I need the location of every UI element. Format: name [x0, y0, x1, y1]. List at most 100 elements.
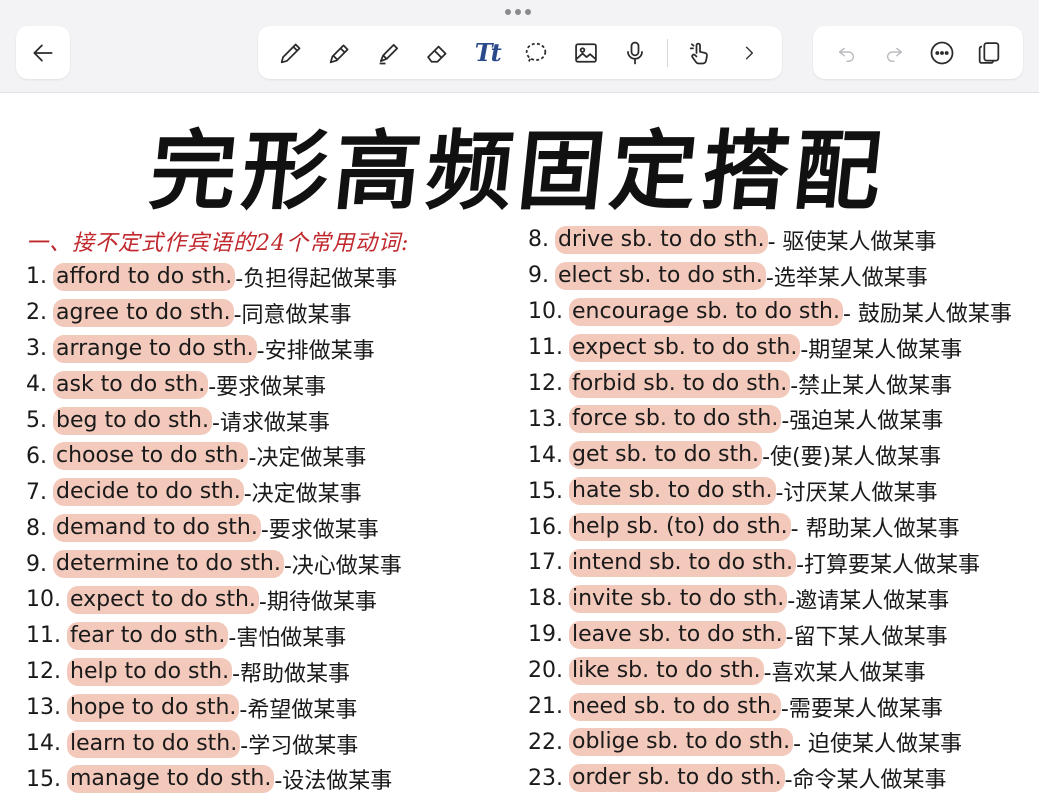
highlighted-phrase: demand to do sth. — [53, 514, 261, 543]
list-item: 12. help to do sth. -帮助做某事 — [26, 654, 402, 690]
meaning: -学习做某事 — [240, 733, 359, 759]
meaning: -使(要)某人做某事 — [762, 445, 942, 471]
lasso-icon — [526, 42, 547, 64]
highlighted-phrase: expect to do sth. — [67, 585, 259, 614]
eraser-tool-button[interactable] — [421, 36, 455, 70]
meaning: -选举某人做某事 — [765, 265, 928, 291]
document-actions — [813, 26, 1023, 79]
highlighted-phrase: elect sb. to do sth. — [555, 261, 766, 290]
microphone-icon — [626, 41, 643, 64]
window-grabber-icon[interactable] — [505, 9, 531, 15]
highlighted-phrase: need sb. to do sth. — [569, 692, 781, 721]
meaning: -喜欢某人做某事 — [763, 660, 926, 686]
highlighted-phrase: learn to do sth. — [67, 729, 241, 758]
image-icon — [574, 42, 597, 63]
list-item: 9. elect sb. to do sth. -选举某人做某事 — [528, 258, 1012, 294]
list-item: 23. order sb. to do sth. -命令某人做某事 — [528, 760, 1012, 796]
highlighted-phrase: help to do sth. — [67, 657, 233, 686]
lasso-tool-button[interactable] — [519, 36, 553, 70]
meaning: -留下某人做某事 — [785, 624, 948, 650]
undo-button[interactable] — [830, 36, 864, 70]
drawing-tools: Tt — [258, 26, 782, 79]
meaning: - 迫使某人做某事 — [793, 732, 963, 758]
text-tool-button[interactable]: Tt — [470, 36, 504, 70]
chevron-right-icon — [746, 46, 754, 59]
redo-button[interactable] — [877, 36, 911, 70]
list-item: 13. hope to do sth. -希望做某事 — [26, 690, 402, 726]
list-item: 7. decide to do sth. -决定做某事 — [26, 474, 402, 510]
note-page[interactable]: 完形高频固定搭配 一、接不定式作宾语的24个常用动词: 1. afford to … — [0, 93, 1039, 794]
meaning: -期望某人做某事 — [800, 337, 963, 363]
list-item: 8. drive sb. to do sth. - 驱使某人做某事 — [528, 222, 1012, 258]
text-tool-icon: Tt — [474, 38, 502, 67]
section-heading: 一、接不定式作宾语的24个常用动词: — [26, 231, 410, 256]
microphone-button[interactable] — [618, 36, 652, 70]
meaning: -打算要某人做某事 — [796, 552, 981, 578]
meaning: - 帮助某人做某事 — [790, 517, 960, 543]
highlighted-phrase: beg to do sth. — [53, 406, 212, 435]
list-item: 1. afford to do sth. -负担得起做某事 — [26, 259, 402, 295]
image-insert-button[interactable] — [569, 36, 603, 70]
highlighted-phrase: decide to do sth. — [53, 478, 244, 507]
meaning: -强迫某人做某事 — [781, 409, 944, 435]
pages-icon — [979, 41, 1000, 64]
left-column: 1. afford to do sth. -负担得起做某事 2. agree to d… — [26, 259, 402, 797]
more-options-button[interactable] — [925, 36, 959, 70]
top-toolbar: Tt — [0, 0, 1039, 93]
meaning: -禁止某人做某事 — [790, 373, 953, 399]
highlighted-phrase: leave sb. to do sth. — [569, 620, 786, 649]
highlighted-phrase: forbid sb. to do sth. — [569, 369, 791, 398]
list-item: 13. force sb. to do sth. -强迫某人做某事 — [528, 401, 1012, 437]
toolbar-separator — [666, 38, 668, 67]
list-item: 11. expect sb. to do sth. -期望某人做某事 — [528, 330, 1012, 366]
meaning: -邀请某人做某事 — [787, 588, 950, 614]
meaning: -命令某人做某事 — [784, 768, 947, 794]
highlighted-phrase: invite sb. to do sth. — [569, 584, 788, 613]
highlighter-tool-button[interactable] — [372, 36, 406, 70]
pencil-icon — [280, 43, 300, 63]
list-item: 9. determine to do sth. -决心做某事 — [26, 546, 402, 582]
pen-icon — [329, 44, 349, 63]
meaning: - 鼓励某人做某事 — [842, 301, 1012, 327]
meaning: -希望做某事 — [239, 697, 358, 723]
undo-icon — [838, 47, 854, 62]
highlighted-phrase: expect sb. to do sth. — [569, 333, 801, 362]
more-tools-button[interactable] — [732, 36, 766, 70]
meaning: - 驱使某人做某事 — [767, 229, 937, 255]
list-item: 12. forbid sb. to do sth. -禁止某人做某事 — [528, 366, 1012, 402]
more-icon — [930, 41, 954, 64]
list-item: 4. ask to do sth. -要求做某事 — [26, 367, 402, 403]
highlighted-phrase: force sb. to do sth. — [569, 405, 782, 434]
list-item: 8. demand to do sth. -要求做某事 — [26, 510, 402, 546]
highlighted-phrase: intend sb. to do sth. — [569, 548, 797, 577]
list-item: 15. manage to do sth. -设法做某事 — [26, 761, 402, 797]
list-item: 11. fear to do sth. -害怕做某事 — [26, 618, 402, 654]
touch-mode-button[interactable] — [683, 36, 717, 70]
back-button[interactable] — [16, 26, 70, 79]
highlighted-phrase: drive sb. to do sth. — [555, 225, 768, 254]
list-item: 5. beg to do sth. -请求做某事 — [26, 403, 402, 439]
meaning: -讨厌某人做某事 — [775, 481, 938, 507]
eraser-icon — [427, 45, 447, 63]
list-item: 16. help sb. (to) do sth. - 帮助某人做某事 — [528, 509, 1012, 545]
list-item: 3. arrange to do sth. -安排做某事 — [26, 331, 402, 367]
meaning: -要求做某事 — [208, 374, 327, 400]
highlighted-phrase: order sb. to do sth. — [569, 764, 785, 793]
highlighted-phrase: ask to do sth. — [53, 370, 209, 399]
meaning: -需要某人做某事 — [780, 696, 943, 722]
highlighter-icon — [379, 43, 398, 64]
hand-pointer-icon — [689, 42, 708, 64]
highlighted-phrase: help sb. (to) do sth. — [569, 513, 791, 542]
pencil-tool-button[interactable] — [274, 36, 308, 70]
highlighted-phrase: arrange to do sth. — [53, 334, 257, 363]
redo-icon — [887, 47, 903, 62]
list-item: 22. oblige sb. to do sth. - 迫使某人做某事 — [528, 724, 1012, 760]
meaning: -决定做某事 — [243, 482, 362, 508]
pages-button[interactable] — [972, 36, 1006, 70]
right-column: 8. drive sb. to do sth. - 驱使某人做某事 9. elect … — [528, 222, 1012, 796]
meaning: -安排做某事 — [256, 338, 375, 364]
list-item: 10. expect to do sth. -期待做某事 — [26, 582, 402, 618]
highlighted-phrase: hate sb. to do sth. — [569, 477, 776, 506]
list-item: 15. hate sb. to do sth. -讨厌某人做某事 — [528, 473, 1012, 509]
pen-tool-button[interactable] — [323, 36, 357, 70]
